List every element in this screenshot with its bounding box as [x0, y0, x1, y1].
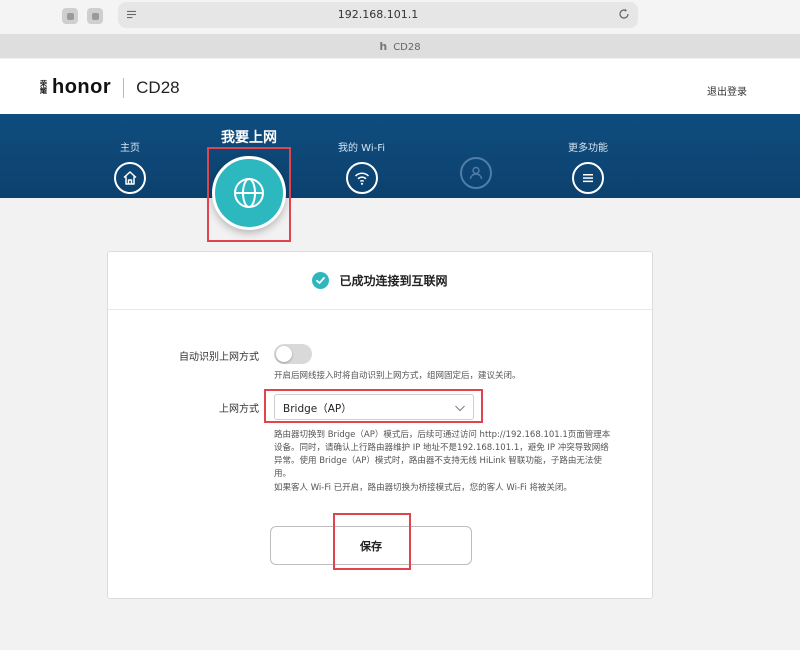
- url-text: 192.168.101.1: [337, 8, 419, 21]
- main-nav: 主页 我的 Wi-Fi 更多功能: [0, 114, 800, 198]
- auto-detect-label: 自动识别上网方式: [179, 352, 259, 363]
- browser-toolbar: 192.168.101.1: [0, 0, 800, 34]
- check-icon: [312, 272, 330, 289]
- brand-divider: [123, 77, 125, 98]
- guest-wifi-hint: 如果客人 Wi-Fi 已开启，路由器切换为桥接模式后，您的客人 Wi-Fi 将被…: [274, 483, 572, 493]
- brand-logo: 荣耀 honor CD28: [40, 76, 180, 99]
- mode-hint-line-4: 用。: [274, 469, 292, 479]
- connection-mode-select[interactable]: Bridge（AP）: [274, 394, 474, 420]
- device-model: CD28: [136, 77, 180, 97]
- browser-chrome: 192.168.101.1 h CD28: [0, 0, 800, 58]
- mode-hint: 路由器切换到 Bridge（AP）模式后，后续可通过访问 http://192.…: [274, 429, 610, 481]
- chevron-down-icon: [455, 405, 465, 412]
- mode-label: 上网方式: [219, 404, 259, 415]
- connection-status: 已成功连接到互联网: [108, 252, 652, 310]
- connection-mode-value: Bridge（AP）: [283, 403, 352, 415]
- brand-badge: 荣耀: [40, 79, 47, 95]
- mode-hint-line-2: 设备。同时，请确认上行路由器维护 IP 地址不是192.168.101.1，避免…: [274, 443, 609, 453]
- nav-item-account[interactable]: [460, 157, 492, 189]
- home-icon: [114, 162, 146, 194]
- mode-hint-line-1: 路由器切换到 Bridge（AP）模式后，后续可通过访问 http://192.…: [274, 430, 611, 440]
- menu-icon: [572, 162, 604, 194]
- tab-bar: h CD28: [0, 34, 800, 58]
- brand-name: honor: [52, 76, 112, 98]
- globe-icon: [234, 178, 264, 208]
- auto-detect-toggle[interactable]: [274, 344, 312, 364]
- nav-item-home[interactable]: 主页: [114, 139, 146, 194]
- toggle-knob: [276, 346, 292, 362]
- privacy-button[interactable]: [87, 8, 103, 24]
- sidebar-toggle-button[interactable]: [62, 8, 78, 24]
- status-text: 已成功连接到互联网: [339, 274, 448, 288]
- reload-icon[interactable]: [618, 8, 630, 20]
- nav-item-internet[interactable]: [212, 156, 286, 230]
- tab-favicon: h: [379, 40, 388, 53]
- nav-label-home: 主页: [120, 143, 140, 154]
- user-icon: [460, 157, 492, 189]
- save-button[interactable]: 保存: [270, 526, 472, 565]
- address-bar[interactable]: 192.168.101.1: [118, 2, 638, 28]
- tab-title: CD28: [393, 42, 421, 53]
- auto-detect-hint: 开启后网线接入时将自动识别上网方式，组网固定后，建议关闭。: [274, 371, 521, 381]
- mode-hint-line-3: 异常。使用 Bridge（AP）模式时，路由器不支持无线 HiLink 智联功能…: [274, 456, 602, 466]
- nav-item-more[interactable]: 更多功能: [568, 139, 608, 194]
- nav-label-more: 更多功能: [568, 143, 608, 154]
- nav-label-internet: 我要上网: [221, 130, 277, 146]
- nav-label-wifi: 我的 Wi-Fi: [338, 143, 386, 154]
- sidebar-icon: [66, 12, 74, 20]
- app-header: 荣耀 honor CD28 退出登录: [0, 59, 800, 114]
- logout-link[interactable]: 退出登录: [707, 83, 747, 98]
- shield-icon: [91, 12, 99, 20]
- nav-item-wifi[interactable]: 我的 Wi-Fi: [338, 139, 385, 194]
- tab-cd28[interactable]: h CD28: [0, 40, 800, 53]
- internet-settings-card: 已成功连接到互联网 自动识别上网方式 开启后网线接入时将自动识别上网方式，组网固…: [107, 251, 653, 599]
- wifi-icon: [345, 162, 378, 194]
